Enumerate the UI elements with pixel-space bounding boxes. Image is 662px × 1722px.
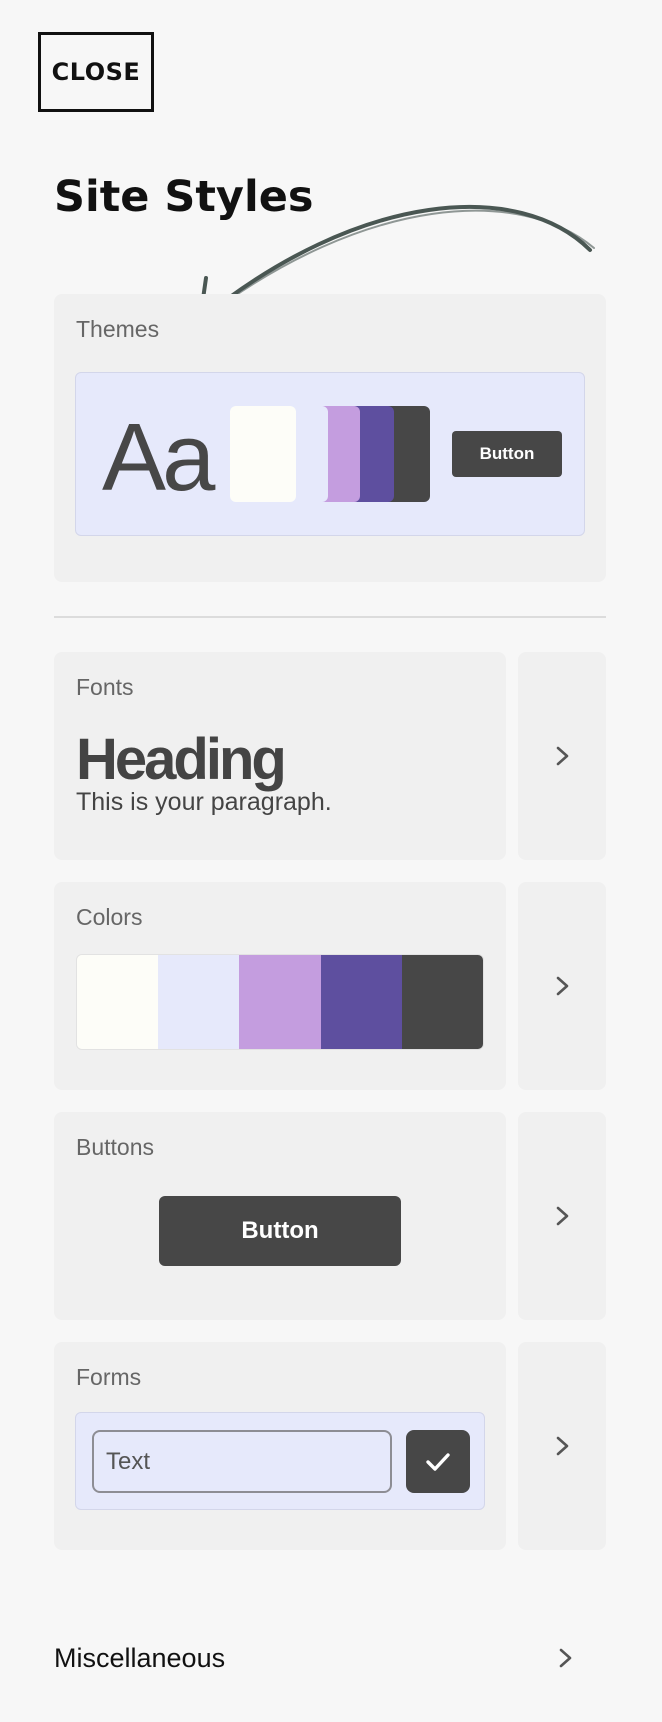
buttons-label: Buttons: [76, 1134, 154, 1160]
fonts-expand-button[interactable]: [518, 652, 606, 860]
site-styles-panel: CLOSE Site Styles Themes Aa Button Fonts…: [0, 0, 662, 1722]
theme-button-sample: Button: [452, 431, 562, 477]
buttons-expand-button[interactable]: [518, 1112, 606, 1320]
fonts-card[interactable]: Fonts Heading This is your paragraph.: [54, 652, 506, 860]
paragraph-sample: This is your paragraph.: [76, 788, 332, 816]
sample-button[interactable]: Button: [159, 1196, 401, 1266]
buttons-card[interactable]: Buttons Button: [54, 1112, 506, 1320]
palette-swatch: [239, 955, 321, 1049]
miscellaneous-label: Miscellaneous: [54, 1642, 226, 1673]
fonts-label: Fonts: [76, 674, 134, 700]
themes-card: Themes Aa Button: [54, 294, 606, 582]
sample-text-input[interactable]: Text: [92, 1430, 392, 1493]
form-preview: Text: [75, 1412, 485, 1510]
theme-preview[interactable]: Aa Button: [75, 372, 585, 536]
colors-label: Colors: [76, 904, 143, 930]
chevron-right-icon: [559, 1648, 572, 1668]
theme-swatch: [230, 406, 296, 502]
chevron-right-icon: [556, 1436, 569, 1456]
forms-expand-button[interactable]: [518, 1342, 606, 1550]
themes-label: Themes: [76, 316, 160, 342]
palette-swatch: [158, 955, 240, 1049]
theme-color-stack: [230, 406, 430, 502]
colors-expand-button[interactable]: [518, 882, 606, 1090]
chevron-right-icon: [556, 976, 569, 996]
colors-card[interactable]: Colors: [54, 882, 506, 1090]
forms-label: Forms: [76, 1364, 142, 1390]
palette-swatch: [320, 955, 402, 1049]
theme-font-sample: Aa: [102, 404, 215, 511]
miscellaneous-row[interactable]: Miscellaneous: [54, 1620, 606, 1696]
chevron-right-icon: [556, 1206, 569, 1226]
close-button[interactable]: CLOSE: [38, 32, 154, 112]
color-palette: [76, 954, 484, 1050]
heading-sample: Heading: [76, 727, 287, 792]
submit-button[interactable]: [406, 1430, 470, 1493]
chevron-right-icon: [556, 746, 569, 766]
palette-swatch: [77, 955, 159, 1049]
check-icon: [426, 1452, 450, 1471]
forms-card[interactable]: Forms Text: [54, 1342, 506, 1550]
palette-swatch: [401, 955, 483, 1049]
divider: [54, 616, 606, 618]
